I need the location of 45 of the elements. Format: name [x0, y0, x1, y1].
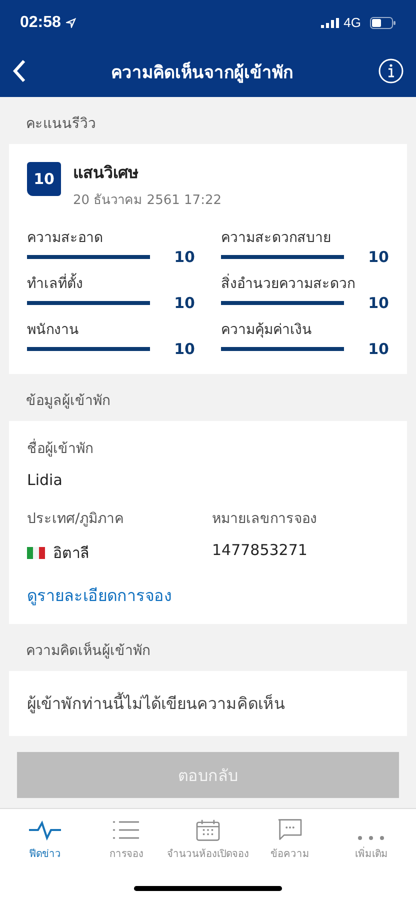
pulse-icon: [28, 819, 62, 841]
status-time: 02:58: [20, 14, 61, 32]
rating-value: 10: [368, 248, 389, 266]
booking-details-link[interactable]: ดูรายละเอียดการจอง: [27, 583, 172, 608]
rating-label: สิ่งอำนวยความสะดวก: [221, 272, 389, 294]
rating-label: ความคุ้มค่าเงิน: [221, 321, 313, 340]
rating-value: 10: [174, 340, 195, 358]
score-badge: 10: [27, 162, 61, 196]
rating-value: 10: [174, 294, 195, 312]
field-label: ชื่อผู้เข้าพัก: [27, 437, 389, 459]
field-label: หมายเลขการจอง: [212, 510, 318, 529]
list-icon: [112, 819, 140, 841]
rating-value: 10: [174, 248, 195, 266]
guest-country: อิตาลี: [53, 543, 89, 564]
chat-icon: [276, 819, 304, 841]
network-label: 4G: [344, 15, 361, 30]
page-title: ความคิดเห็นจากผู้เข้าพัก: [111, 60, 293, 84]
tab-item[interactable]: ข้อความ: [249, 815, 330, 865]
section-header: ข้อมูลผู้เข้าพัก: [25, 392, 111, 411]
tab-item[interactable]: จำนวนห้องเปิดจอง: [167, 815, 249, 865]
booking-number: 1477853271: [212, 541, 308, 559]
flag-icon: [27, 547, 45, 559]
chevron-left-icon: [12, 59, 26, 83]
comment-text: ผู้เข้าพักท่านนี้ไม่ได้เขียนความคิดเห็น: [27, 694, 285, 713]
rating-label: ทำเลที่ตั้ง: [27, 272, 195, 294]
more-icon: [357, 835, 386, 841]
signal-icon: [320, 18, 339, 28]
section-header: ความคิดเห็นผู้เข้าพัก: [25, 640, 151, 661]
calendar-icon: [194, 819, 222, 841]
rating-label: ความสะอาด: [27, 229, 104, 248]
location-arrow-icon: [66, 18, 76, 28]
review-date: 20 ธันวาคม 2561 17:22: [73, 192, 222, 210]
tab-item[interactable]: เพิ่มเติม: [330, 815, 412, 865]
guest-name: Lidia: [27, 471, 64, 489]
tab-item[interactable]: ฟีดข่าว: [4, 815, 86, 865]
rating-value: 10: [368, 294, 389, 312]
score-verdict: แสนวิเศษ: [73, 162, 140, 184]
info-icon: [378, 58, 404, 84]
tab-item[interactable]: การจอง: [86, 815, 167, 865]
field-label: ประเทศ/ภูมิภาค: [27, 510, 125, 529]
rating-label: พนักงาน: [27, 321, 80, 340]
section-header: คะแนนรีวิว: [25, 115, 97, 134]
rating-label: ความสะดวกสบาย: [221, 229, 332, 248]
battery-icon: [370, 16, 396, 28]
rating-value: 10: [368, 340, 389, 358]
